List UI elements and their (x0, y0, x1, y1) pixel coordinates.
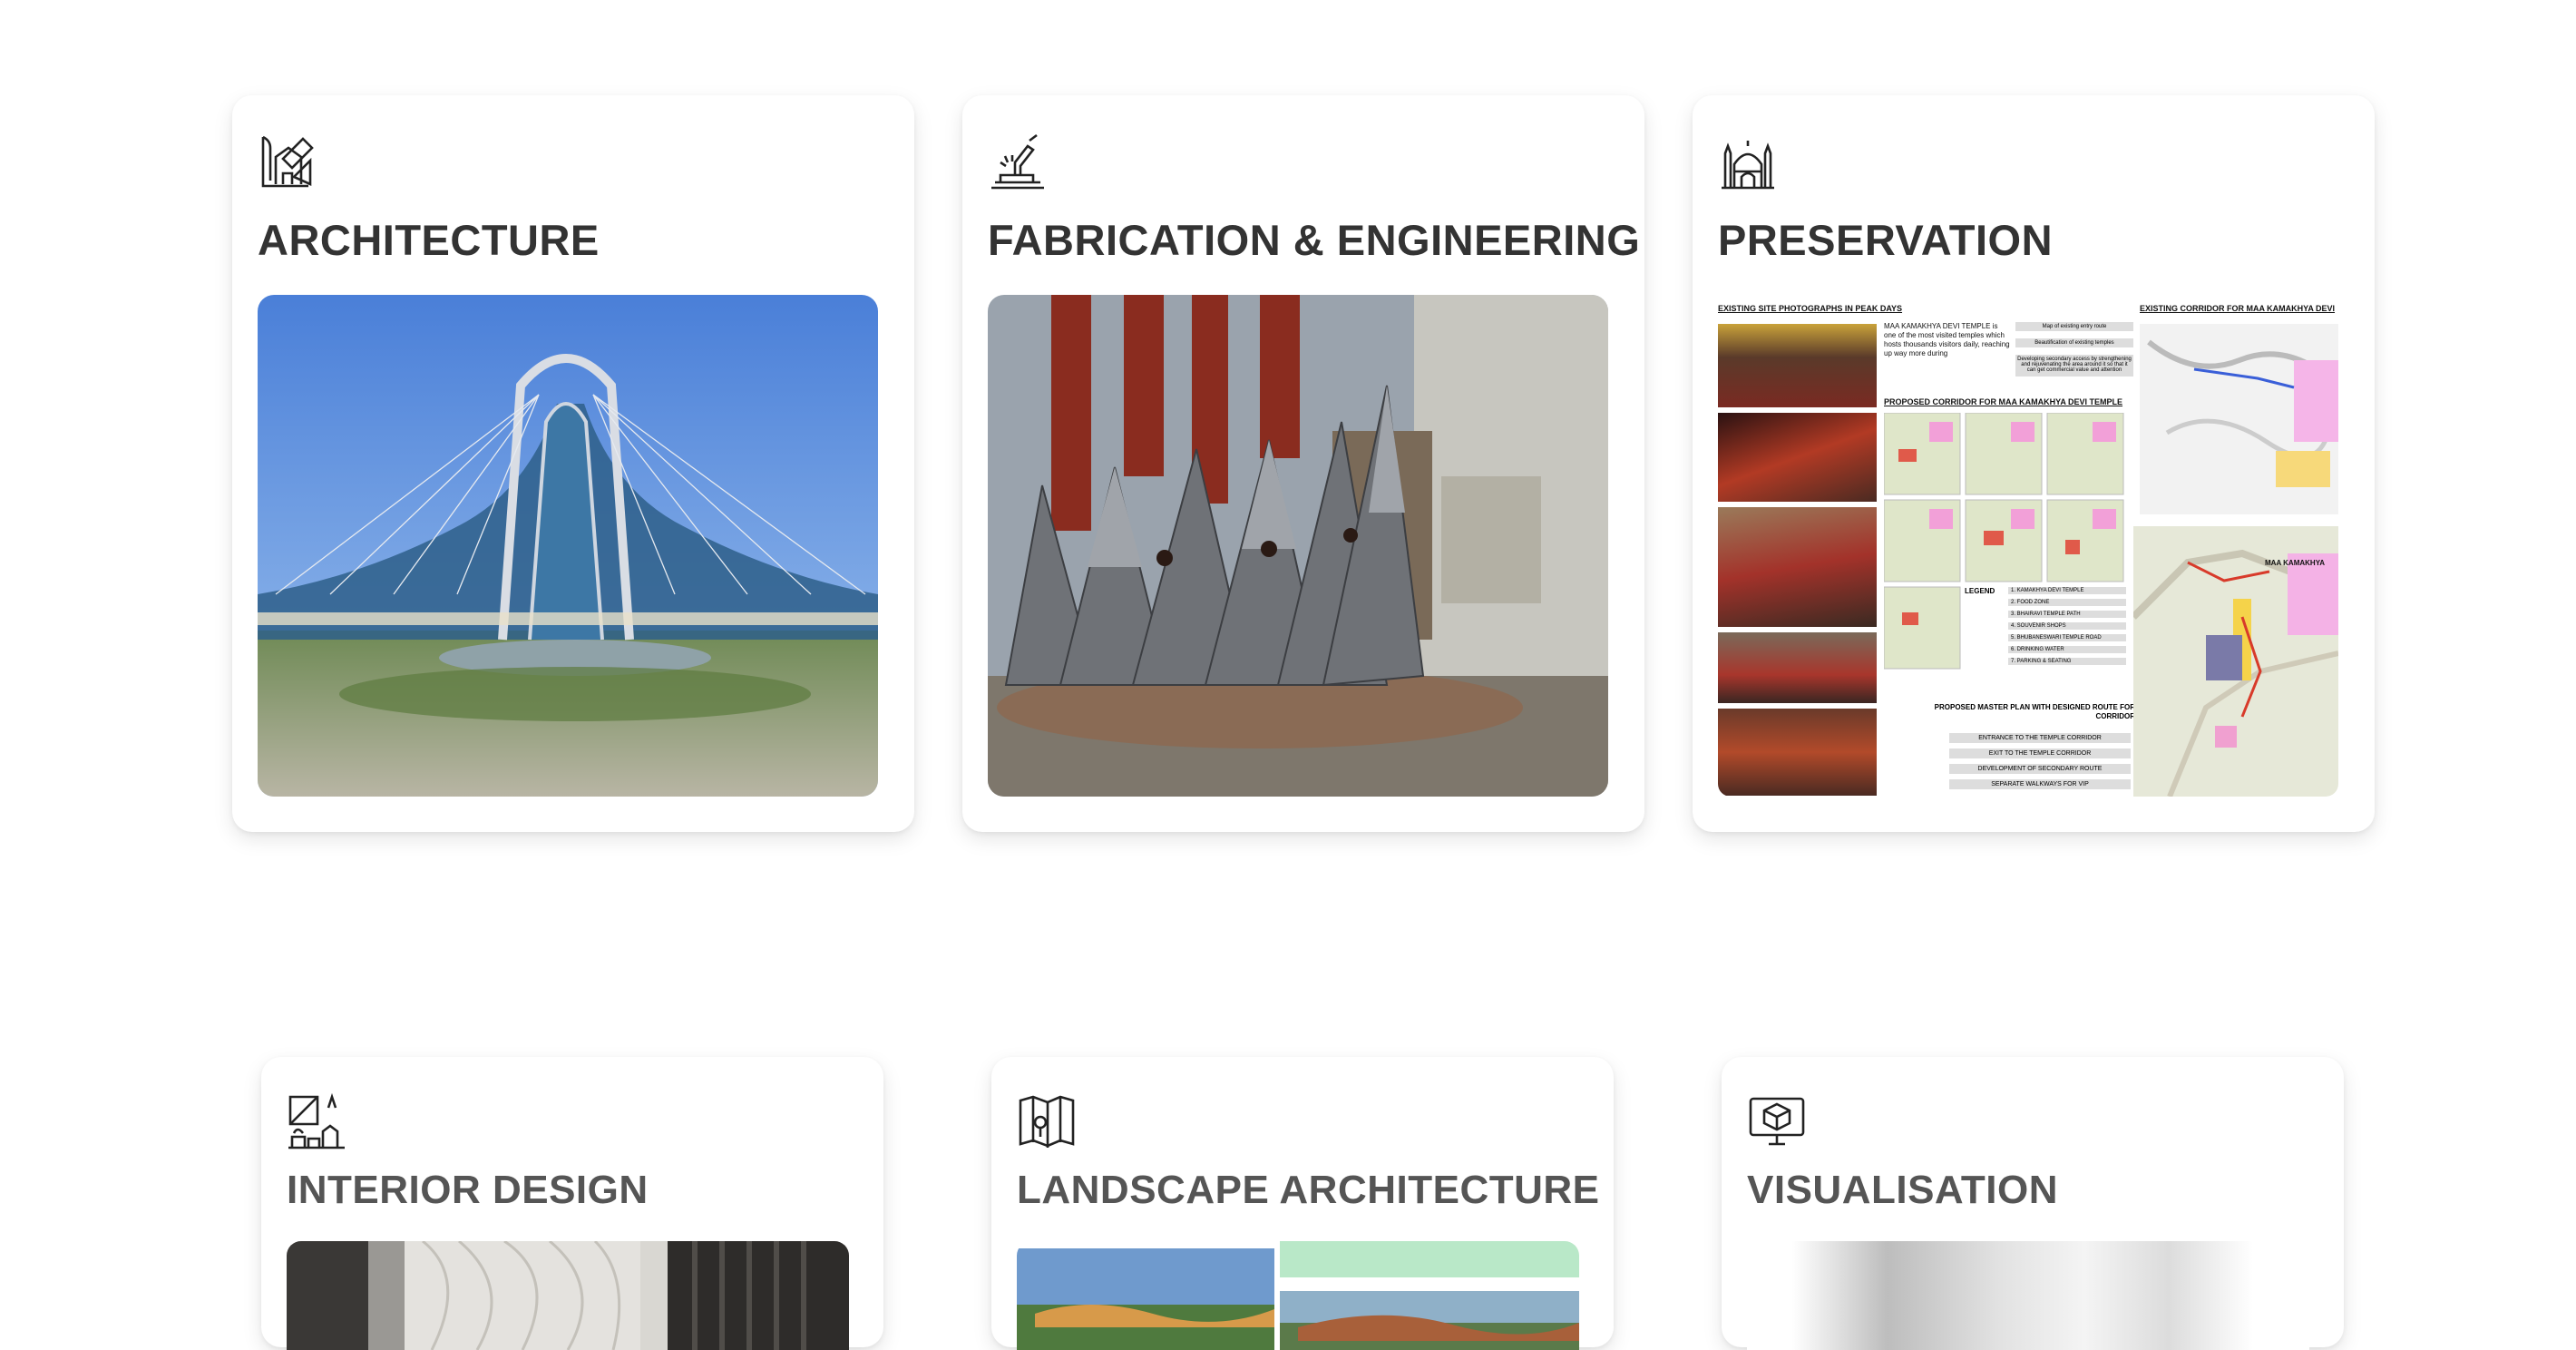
service-card-visualisation[interactable]: VISUALISATION (1722, 1057, 2344, 1350)
legend-item: 2. FOOD ZONE (2008, 599, 2126, 606)
visualisation-image (1747, 1241, 2309, 1350)
sheet-heading-right: EXISTING CORRIDOR FOR MAA KAMAKHYA DEVI (2140, 304, 2336, 313)
route-item: ENTRANCE TO THE TEMPLE CORRIDOR (1949, 733, 2131, 743)
interior-furniture-icon (287, 1091, 346, 1151)
service-title: FABRICATION & ENGINEERING (988, 216, 1641, 264)
service-title: ARCHITECTURE (258, 216, 600, 264)
blueprint-house-icon (258, 132, 317, 191)
service-card-preservation[interactable]: PRESERVATION EXISTING SITE PHOTOGRAPHS I… (1693, 95, 2375, 832)
preservation-sheet: EXISTING SITE PHOTOGRAPHS IN PEAK DAYS E… (1718, 295, 2338, 797)
route-item: EXIT TO THE TEMPLE CORRIDOR (1949, 748, 2131, 758)
service-card-interior-design[interactable]: INTERIOR DESIGN (261, 1057, 883, 1350)
legend-item: 4. SOUVENIR SHOPS (2008, 622, 2126, 630)
sheet-master-plan-heading: PROPOSED MASTER PLAN WITH DESIGNED ROUTE… (1934, 703, 2135, 720)
welding-icon (988, 132, 1048, 191)
architecture-photo (258, 295, 878, 797)
mosque-icon (1718, 132, 1778, 191)
service-title: LANDSCAPE ARCHITECTURE (1017, 1168, 1600, 1212)
sheet-legend-title: LEGEND (1965, 587, 1995, 595)
service-title: VISUALISATION (1747, 1168, 2059, 1212)
route-item: SEPARATE WALKWAYS FOR VIP (1949, 779, 2131, 789)
service-title: INTERIOR DESIGN (287, 1168, 649, 1212)
service-card-landscape-architecture[interactable]: LANDSCAPE ARCHITECTURE (991, 1057, 1614, 1350)
route-item: DEVELOPMENT OF SECONDARY ROUTE (1949, 764, 2131, 774)
interior-photo (287, 1241, 849, 1350)
sheet-heading-left: EXISTING SITE PHOTOGRAPHS IN PEAK DAYS (1718, 304, 1903, 313)
legend-item: 1. KAMAKHYA DEVI TEMPLE (2008, 587, 2126, 594)
sheet-intro: MAA KAMAKHYA DEVI TEMPLE is one of the m… (1884, 322, 2010, 357)
service-card-architecture[interactable]: ARCHITECTURE (232, 95, 914, 832)
map-label: MAA KAMAKHYA (2265, 559, 2326, 567)
service-card-fabrication[interactable]: FABRICATION & ENGINEERING (962, 95, 1644, 832)
landscape-photo (1017, 1241, 1579, 1350)
sheet-note: Developing secondary access by strengthe… (2015, 355, 2133, 377)
service-title: PRESERVATION (1718, 216, 2054, 264)
3d-monitor-icon (1747, 1091, 1807, 1151)
sheet-corridor-heading: PROPOSED CORRIDOR FOR MAA KAMAKHYA DEVI … (1884, 397, 2123, 406)
sheet-note: Map of existing entry route (2015, 322, 2133, 331)
legend-item: 6. DRINKING WATER (2008, 646, 2126, 653)
fabrication-photo (988, 295, 1608, 797)
sheet-note: Beautification of existing temples (2015, 338, 2133, 347)
legend-item: 3. BHAIRAVI TEMPLE PATH (2008, 611, 2126, 618)
landscape-map-icon (1017, 1091, 1077, 1151)
legend-item: 7. PARKING & SEATING (2008, 658, 2126, 665)
legend-item: 5. BHUBANESWARI TEMPLE ROAD (2008, 634, 2126, 641)
